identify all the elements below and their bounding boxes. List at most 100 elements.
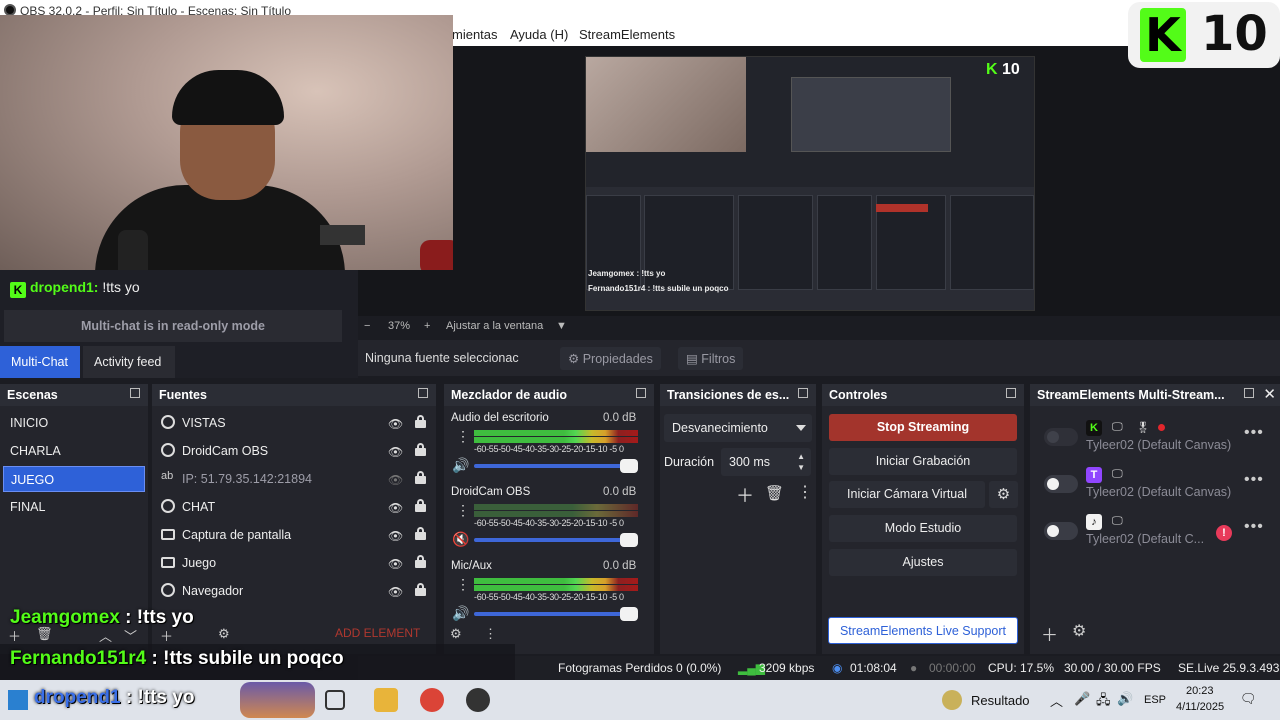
close-icon[interactable]: ✕ [1263, 385, 1276, 403]
trash-icon[interactable]: 🗑 [36, 626, 53, 646]
popout-icon[interactable] [1006, 388, 1016, 398]
obs-icon[interactable] [466, 688, 490, 712]
trash-icon[interactable]: 🗑 [765, 484, 784, 502]
live-support-button[interactable]: StreamElements Live Support [828, 617, 1018, 644]
lock-icon[interactable] [415, 415, 426, 428]
popout-icon[interactable] [418, 388, 428, 398]
result-label[interactable]: Resultado [971, 693, 1030, 708]
more-options-icon[interactable]: ••• [1244, 471, 1264, 489]
lock-icon[interactable] [415, 555, 426, 568]
menu-streamelements[interactable]: StreamElements [579, 27, 675, 42]
move-down-icon[interactable]: ﹀ [124, 626, 137, 646]
source-item[interactable]: Navegador 👁 [158, 577, 433, 605]
duration-spinbox[interactable]: 300 ms ▲ ▼ [721, 448, 811, 476]
move-up-icon[interactable]: ︿ [99, 626, 112, 646]
eye-hidden-icon[interactable]: 👁 [388, 473, 403, 487]
transition-select[interactable]: Desvanecimiento [664, 414, 812, 442]
popout-icon[interactable] [636, 388, 646, 398]
kebab-menu-icon[interactable]: ⋮ [456, 429, 470, 443]
scene-item-inicio[interactable]: INICIO [3, 410, 145, 436]
add-transition-icon[interactable]: ＋ [736, 482, 754, 508]
decrement-icon[interactable]: ▼ [797, 464, 805, 472]
virtual-camera-settings-button[interactable]: ⚙ [989, 481, 1018, 508]
lock-icon[interactable] [415, 499, 426, 512]
volume-slider[interactable] [474, 607, 638, 621]
windows-icon[interactable] [8, 690, 28, 710]
widgets-thumbnail[interactable] [240, 682, 315, 718]
source-item[interactable]: Captura de pantalla 👁 [158, 521, 433, 549]
kebab-menu-icon[interactable]: ⋮ [456, 503, 470, 517]
lock-icon[interactable] [415, 471, 426, 484]
eye-icon[interactable]: 👁 [388, 585, 403, 599]
popout-icon[interactable] [798, 388, 808, 398]
add-element-button[interactable]: ADD ELEMENT [335, 626, 420, 646]
zoom-dropdown-icon[interactable]: ▼ [556, 320, 567, 332]
popout-icon[interactable] [130, 388, 140, 398]
language-indicator[interactable]: ESP [1144, 694, 1166, 706]
eye-icon[interactable]: 👁 [388, 557, 403, 571]
source-item[interactable]: Juego 👁 [158, 549, 433, 577]
volume-slider[interactable] [474, 533, 638, 547]
network-icon[interactable]: 🖧 [1096, 691, 1111, 713]
eye-icon[interactable]: 👁 [388, 417, 403, 431]
task-view-icon[interactable] [325, 690, 345, 710]
scene-item-final[interactable]: FINAL [3, 494, 145, 520]
chrome-icon[interactable] [420, 688, 444, 712]
source-item[interactable]: DroidCam OBS 👁 [158, 437, 433, 465]
start-recording-button[interactable]: Iniciar Grabación [829, 448, 1017, 475]
source-add-icon[interactable]: ＋ [160, 626, 173, 646]
more-options-icon[interactable]: ••• [1244, 518, 1264, 536]
mixer-settings-icon[interactable]: ⚙ [450, 626, 462, 646]
mic-icon[interactable]: 🎤 [1074, 691, 1090, 707]
scene-add-icon[interactable]: ＋ [8, 626, 21, 646]
gear-icon[interactable]: ⚙ [218, 626, 230, 646]
settings-button[interactable]: Ajustes [829, 549, 1017, 576]
kebab-menu-icon[interactable]: ⋮ [456, 577, 470, 591]
twitch-icon: T [1086, 467, 1102, 483]
eye-icon[interactable]: 👁 [388, 501, 403, 515]
start-virtual-camera-button[interactable]: Iniciar Cámara Virtual [829, 481, 985, 508]
filters-button[interactable]: ▤ Filtros [678, 347, 744, 370]
properties-button[interactable]: ⚙ Propiedades [560, 347, 661, 370]
fit-to-window-button[interactable]: Ajustar a la ventana [446, 320, 543, 332]
source-item[interactable]: CHAT 👁 [158, 493, 433, 521]
source-item[interactable]: VISTAS 👁 [158, 409, 433, 437]
folder-icon[interactable] [374, 688, 398, 712]
lock-icon[interactable] [415, 443, 426, 456]
lock-icon[interactable] [415, 527, 426, 540]
kebab-menu-icon[interactable]: ⋮ [797, 482, 813, 502]
studio-mode-button[interactable]: Modo Estudio [829, 515, 1017, 542]
gear-icon[interactable]: ⚙ [1072, 621, 1086, 641]
tab-activity-feed[interactable]: Activity feed [83, 346, 175, 378]
lock-icon[interactable] [415, 583, 426, 596]
source-item[interactable]: ab IP: 51.79.35.142:21894 👁 [158, 465, 433, 493]
warning-icon[interactable]: ! [1216, 525, 1232, 541]
scene-item-juego[interactable]: JUEGO [3, 466, 145, 492]
speaker-icon[interactable]: 🔊 [452, 457, 469, 474]
increment-icon[interactable]: ▲ [797, 453, 805, 461]
speaker-muted-icon[interactable]: 🔇 [452, 531, 469, 548]
stop-streaming-button[interactable]: Stop Streaming [829, 414, 1017, 441]
eye-icon[interactable]: 👁 [388, 529, 403, 543]
menu-help[interactable]: Ayuda (H) [510, 27, 568, 42]
stream-toggle[interactable] [1044, 522, 1078, 540]
chevron-up-icon[interactable]: ︿ [1050, 691, 1063, 710]
clock-time[interactable]: 20:23 [1186, 685, 1214, 697]
stream-toggle[interactable] [1044, 475, 1078, 493]
speaker-icon[interactable]: 🔊 [452, 605, 469, 622]
kebab-menu-icon[interactable]: ⋮ [484, 626, 497, 646]
zoom-in-button[interactable]: + [424, 320, 430, 332]
stream-toggle[interactable] [1044, 428, 1078, 446]
zoom-out-button[interactable]: − [364, 320, 370, 332]
volume-icon[interactable]: 🔊 [1117, 691, 1133, 707]
popout-icon[interactable] [1244, 388, 1254, 398]
eye-icon[interactable]: 👁 [388, 445, 403, 459]
tab-multi-chat[interactable]: Multi-Chat [0, 346, 80, 378]
notifications-icon[interactable]: 🗨 [1240, 691, 1257, 707]
add-destination-icon[interactable]: ＋ [1041, 621, 1058, 646]
volume-slider[interactable] [474, 459, 638, 473]
more-options-icon[interactable]: ••• [1244, 424, 1264, 442]
menu-tools[interactable]: mientas [452, 27, 498, 42]
scene-item-charla[interactable]: CHARLA [3, 438, 145, 464]
clock-date[interactable]: 4/11/2025 [1176, 701, 1224, 713]
